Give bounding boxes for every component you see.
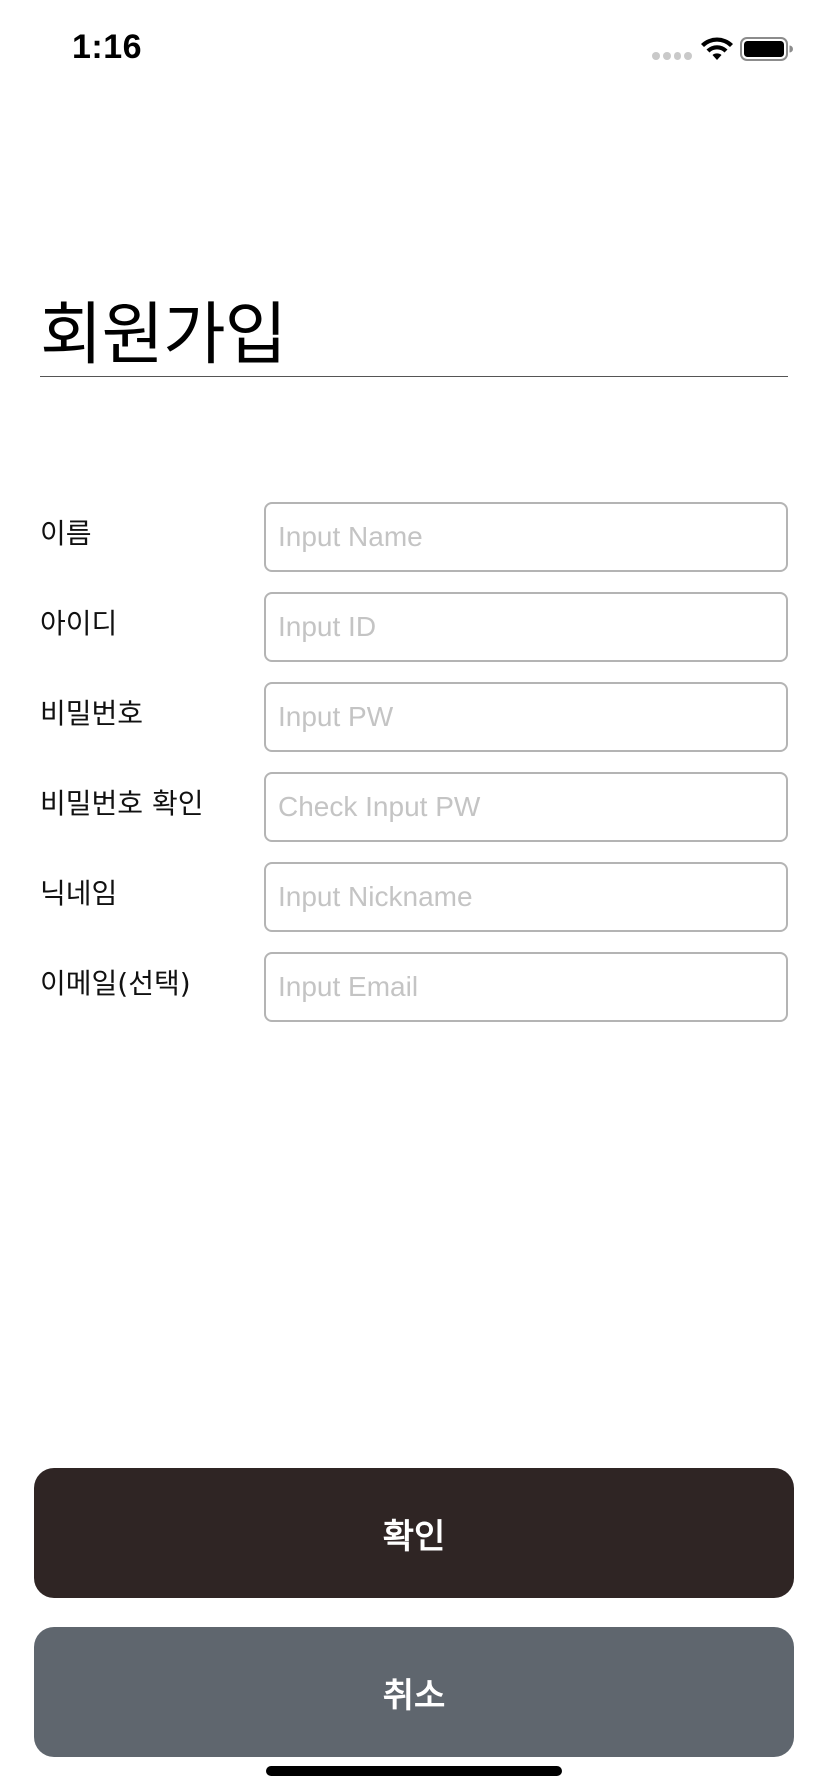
- id-row: 아이디: [0, 592, 828, 662]
- id-label: 아이디: [40, 607, 118, 640]
- battery-icon: [740, 37, 793, 61]
- password-row: 비밀번호: [0, 682, 828, 752]
- confirm-button[interactable]: 확인: [34, 1468, 794, 1598]
- name-input[interactable]: [264, 502, 788, 572]
- cancel-button[interactable]: 취소: [34, 1627, 794, 1757]
- password-confirm-label: 비밀번호 확인: [40, 787, 204, 820]
- nickname-row: 닉네임: [0, 862, 828, 932]
- password-confirm-row: 비밀번호 확인: [0, 772, 828, 842]
- home-indicator: [266, 1766, 562, 1776]
- nickname-input[interactable]: [264, 862, 788, 932]
- email-input[interactable]: [264, 952, 788, 1022]
- password-confirm-input[interactable]: [264, 772, 788, 842]
- nickname-label: 닉네임: [40, 877, 118, 910]
- name-row: 이름: [0, 502, 828, 572]
- cellular-signal-icon: [652, 52, 692, 62]
- email-label: 이메일(선택): [40, 967, 191, 1000]
- id-input[interactable]: [264, 592, 788, 662]
- password-label: 비밀번호: [40, 697, 144, 730]
- title-divider: [40, 376, 788, 377]
- status-bar: 1:16: [0, 0, 828, 100]
- password-input[interactable]: [264, 682, 788, 752]
- status-time: 1:16: [72, 28, 143, 66]
- email-row: 이메일(선택): [0, 952, 828, 1022]
- page-title: 회원가입: [40, 295, 287, 375]
- name-label: 이름: [40, 517, 92, 550]
- wifi-icon: [701, 37, 733, 60]
